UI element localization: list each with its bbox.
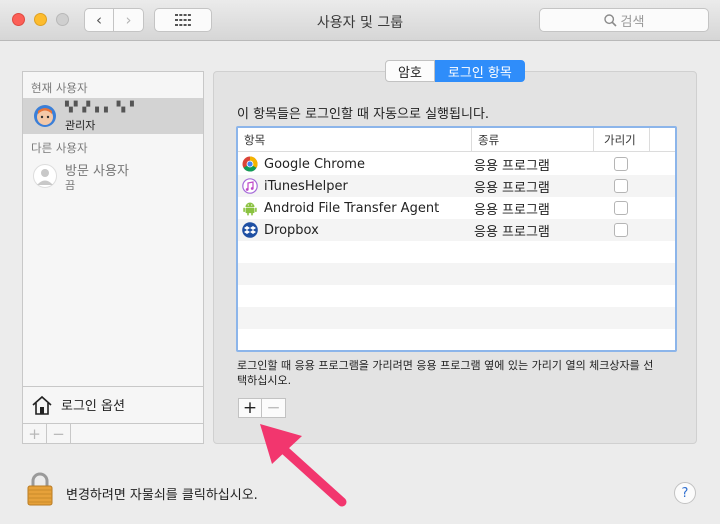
current-users-label: 현재 사용자	[31, 81, 88, 95]
empty-row	[238, 285, 675, 307]
hide-hint-text: 로그인할 때 응용 프로그램을 가리려면 응용 프로그램 옆에 있는 가리기 열…	[237, 359, 654, 387]
lock-button[interactable]	[26, 472, 54, 510]
hide-checkbox[interactable]	[614, 179, 628, 193]
current-user-role: 관리자	[65, 119, 96, 132]
table-row[interactable]: Google Chrome 응용 프로그램	[238, 153, 675, 175]
tab-password[interactable]: 암호	[385, 60, 435, 82]
empty-row	[238, 329, 675, 350]
other-users-label: 다른 사용자	[31, 141, 88, 155]
guest-user-status: 끔	[65, 179, 76, 192]
users-sidebar: 현재 사용자 ▚▘▞▗ ▖▝▖▘ 관리자 다른 사용자 방문 사용자 끔 로그인…	[22, 71, 204, 424]
avatar	[33, 104, 57, 128]
android-icon	[243, 202, 257, 216]
tab-login-items[interactable]: 로그인 항목	[434, 60, 525, 82]
item-name: iTunesHelper	[264, 178, 348, 194]
item-kind: 응용 프로그램	[474, 202, 550, 218]
house-icon	[32, 395, 52, 415]
itunes-icon	[242, 178, 258, 194]
sidebar-item-current-user[interactable]: ▚▘▞▗ ▖▝▖▘ 관리자	[23, 98, 203, 134]
window: ‹ › 사용자 및 그룹 검색 현재 사용자 ▚▘▞▗ ▖▝▖▘ 관리자 다른 …	[0, 0, 720, 524]
login-items-table[interactable]: 항목 종류 가리기 Google Chrome 응용 프로그램 iTunesHe…	[236, 126, 677, 352]
search-icon	[603, 13, 617, 27]
hide-checkbox[interactable]	[614, 223, 628, 237]
hide-checkbox[interactable]	[614, 157, 628, 171]
table-row[interactable]: Dropbox 응용 프로그램	[238, 219, 675, 241]
dropbox-icon	[242, 222, 258, 238]
question-mark-icon: ?	[681, 485, 689, 501]
table-row[interactable]: Android File Transfer Agent 응용 프로그램	[238, 197, 675, 219]
item-kind: 응용 프로그램	[474, 224, 550, 240]
sidebar-item-guest-user[interactable]: 방문 사용자 끔	[23, 158, 203, 194]
login-items-description: 이 항목들은 로그인할 때 자동으로 실행됩니다.	[237, 107, 490, 122]
lock-hint-text: 변경하려면 자물쇠를 클릭하십시오.	[66, 488, 258, 503]
plus-icon: +	[28, 424, 41, 443]
guest-avatar	[33, 164, 57, 188]
empty-row	[238, 307, 675, 329]
sidebar-buttons: + −	[22, 424, 204, 444]
hide-checkbox[interactable]	[614, 201, 628, 215]
item-name: Dropbox	[264, 222, 319, 238]
login-items-buttons: + −	[238, 398, 286, 418]
login-options-item[interactable]: 로그인 옵션	[23, 386, 203, 422]
tab-bar: 암호 로그인 항목	[385, 60, 525, 82]
minus-icon: −	[52, 424, 65, 443]
help-button[interactable]: ?	[674, 482, 696, 504]
remove-user-button[interactable]: −	[47, 424, 71, 443]
add-user-button[interactable]: +	[23, 424, 47, 443]
remove-login-item-button[interactable]: −	[262, 398, 286, 418]
minus-icon: −	[266, 398, 281, 418]
column-header-hide[interactable]: 가리기	[594, 128, 650, 152]
plus-icon: +	[242, 398, 258, 418]
item-kind: 응용 프로그램	[474, 180, 550, 196]
add-login-item-button[interactable]: +	[238, 398, 262, 418]
empty-row	[238, 241, 675, 263]
titlebar: ‹ › 사용자 및 그룹 검색	[0, 0, 720, 41]
annotation-arrow-icon	[260, 424, 347, 507]
empty-row	[238, 263, 675, 285]
search-field[interactable]: 검색	[539, 8, 709, 32]
search-placeholder: 검색	[620, 14, 645, 30]
chrome-icon	[242, 156, 258, 172]
table-row[interactable]: iTunesHelper 응용 프로그램	[238, 175, 675, 197]
column-header-kind[interactable]: 종류	[472, 128, 594, 152]
table-header: 항목 종류 가리기	[238, 128, 675, 152]
item-kind: 응용 프로그램	[474, 158, 550, 174]
column-header-item[interactable]: 항목	[238, 128, 472, 152]
item-name: Google Chrome	[264, 156, 365, 172]
current-user-name: ▚▘▞▗ ▖▝▖▘	[65, 102, 139, 113]
padlock-icon	[27, 472, 53, 506]
item-name: Android File Transfer Agent	[264, 200, 440, 216]
login-options-label: 로그인 옵션	[61, 399, 125, 414]
